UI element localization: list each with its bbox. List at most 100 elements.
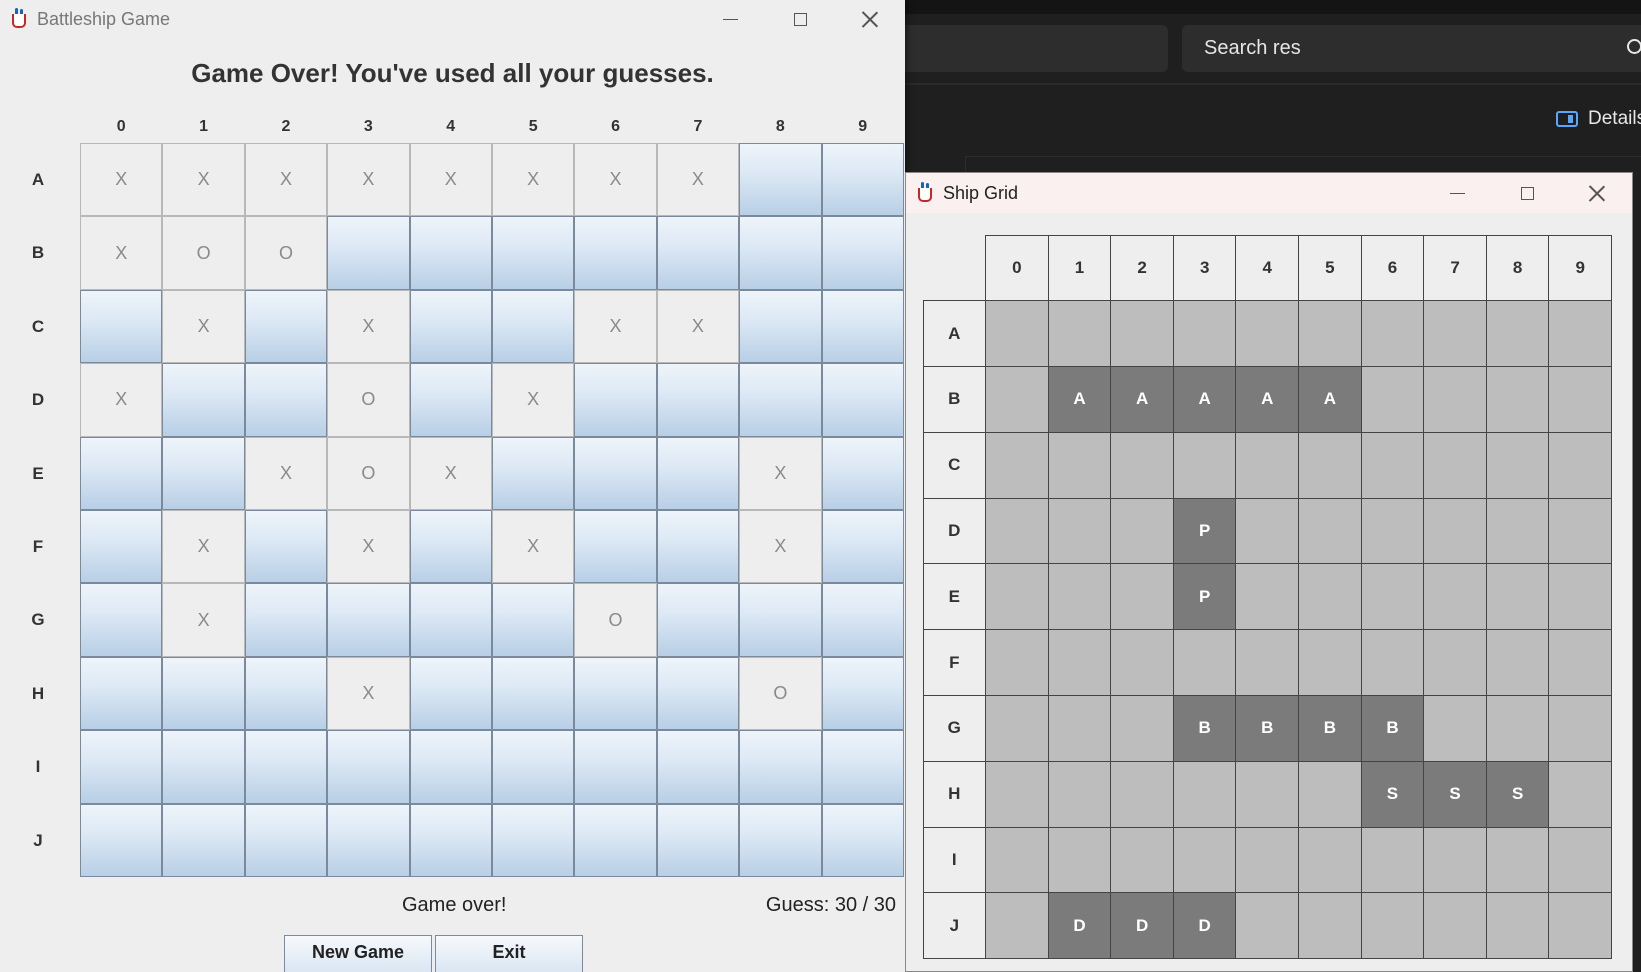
exit-button[interactable]: Exit <box>435 935 583 972</box>
maximize-button[interactable] <box>1492 173 1562 213</box>
maximize-button[interactable] <box>765 0 835 38</box>
ship-cell: A <box>1235 366 1300 433</box>
grid-cell-button[interactable] <box>491 289 575 364</box>
grid-cell-button[interactable] <box>244 583 328 657</box>
grid-cell-button[interactable] <box>739 363 822 437</box>
grid-cell-button[interactable] <box>574 363 657 437</box>
empty-cell <box>1172 431 1237 499</box>
empty-cell <box>1485 892 1550 960</box>
column-header: 0 <box>985 234 1049 302</box>
grid-cell-button[interactable] <box>327 730 410 804</box>
grid-cell-button[interactable] <box>244 289 328 364</box>
grid-cell-button[interactable] <box>491 216 575 290</box>
grid-cell-button[interactable] <box>244 656 328 731</box>
grid-cell-button[interactable] <box>656 436 740 510</box>
column-header: 2 <box>281 118 291 135</box>
grid-cell-button[interactable] <box>821 803 904 877</box>
close-button[interactable] <box>1562 173 1632 213</box>
grid-cell-button[interactable] <box>409 730 492 804</box>
grid-cell-button[interactable] <box>656 216 740 290</box>
grid-cell-button[interactable] <box>821 363 904 437</box>
grid-cell-button[interactable] <box>739 730 822 804</box>
grid-cell-button[interactable] <box>409 363 492 437</box>
details-pane-icon <box>1556 111 1578 127</box>
new-game-button[interactable]: New Game <box>284 935 432 972</box>
grid-cell-button[interactable] <box>80 289 163 364</box>
grid-cell-button[interactable] <box>821 656 904 731</box>
grid-cell-button[interactable] <box>244 730 328 804</box>
grid-cell-button[interactable] <box>162 436 245 510</box>
grid-cell-button[interactable] <box>244 803 328 877</box>
grid-cell-button[interactable] <box>409 656 492 731</box>
ship-grid-title-bar[interactable]: Ship Grid <box>906 173 1632 213</box>
grid-cell-button[interactable] <box>491 803 575 877</box>
grid-cell-button[interactable] <box>574 730 657 804</box>
grid-cell-button[interactable] <box>821 216 904 290</box>
grid-cell-button[interactable] <box>656 656 740 731</box>
grid-cell-button[interactable] <box>491 656 575 731</box>
grid-cell-button[interactable] <box>491 436 575 510</box>
grid-cell-button[interactable] <box>656 730 740 804</box>
miss-cell: O <box>574 583 657 657</box>
grid-cell-button[interactable] <box>739 289 822 364</box>
grid-cell-button[interactable] <box>244 363 328 437</box>
grid-cell-button[interactable] <box>80 803 163 877</box>
minimize-button[interactable] <box>695 0 765 38</box>
grid-cell-button[interactable] <box>162 363 245 437</box>
grid-cell-button[interactable] <box>656 509 740 584</box>
grid-cell-button[interactable] <box>574 436 657 510</box>
grid-cell-button[interactable] <box>656 363 740 437</box>
grid-cell-button[interactable] <box>409 289 492 364</box>
grid-cell-button[interactable] <box>821 289 904 364</box>
grid-cell-button[interactable] <box>80 509 163 584</box>
grid-cell-button[interactable] <box>821 509 904 584</box>
empty-cell <box>985 695 1049 762</box>
row-header: A <box>31 170 45 189</box>
hit-cell: X <box>327 656 410 731</box>
grid-cell-button[interactable] <box>574 509 657 584</box>
grid-cell-button[interactable] <box>574 803 657 877</box>
search-icon[interactable] <box>1627 39 1641 54</box>
grid-cell-button[interactable] <box>409 216 492 290</box>
grid-cell-button[interactable] <box>327 216 410 290</box>
background-search-box[interactable]: Search res <box>1182 25 1641 72</box>
grid-cell-button[interactable] <box>244 509 328 584</box>
grid-cell-button[interactable] <box>409 509 492 584</box>
details-label: Details <box>1588 108 1641 129</box>
grid-cell-button[interactable] <box>409 803 492 877</box>
minimize-button[interactable] <box>1422 173 1492 213</box>
grid-cell-button[interactable] <box>821 583 904 657</box>
grid-cell-button[interactable] <box>739 583 822 657</box>
hit-cell: X <box>162 583 245 657</box>
grid-cell-button[interactable] <box>656 583 740 657</box>
battleship-title-bar[interactable]: Battleship Game <box>0 0 905 38</box>
grid-cell-button[interactable] <box>409 583 492 657</box>
grid-cell-button[interactable] <box>327 583 410 657</box>
details-button[interactable]: Details <box>1556 108 1641 130</box>
battleship-window-title: Battleship Game <box>37 8 171 29</box>
empty-cell <box>1360 431 1425 499</box>
column-header: 2 <box>1110 234 1174 302</box>
grid-cell-button[interactable] <box>327 803 410 877</box>
grid-cell-button[interactable] <box>656 803 740 877</box>
grid-cell-button[interactable] <box>162 656 245 731</box>
grid-cell-button[interactable] <box>80 656 163 731</box>
row-header: G <box>922 695 987 762</box>
grid-cell-button[interactable] <box>574 656 657 731</box>
background-address-field[interactable] <box>880 25 1168 72</box>
grid-cell-button[interactable] <box>574 216 657 290</box>
grid-cell-button[interactable] <box>80 436 163 510</box>
close-button[interactable] <box>835 0 905 38</box>
grid-cell-button[interactable] <box>821 143 904 217</box>
grid-cell-button[interactable] <box>162 730 245 804</box>
grid-cell-button[interactable] <box>491 583 575 657</box>
grid-cell-button[interactable] <box>162 803 245 877</box>
grid-cell-button[interactable] <box>80 583 163 657</box>
grid-cell-button[interactable] <box>821 436 904 510</box>
grid-cell-button[interactable] <box>739 216 822 290</box>
grid-cell-button[interactable] <box>739 143 822 217</box>
grid-cell-button[interactable] <box>491 730 575 804</box>
grid-cell-button[interactable] <box>739 803 822 877</box>
grid-cell-button[interactable] <box>80 730 163 804</box>
grid-cell-button[interactable] <box>821 730 904 804</box>
